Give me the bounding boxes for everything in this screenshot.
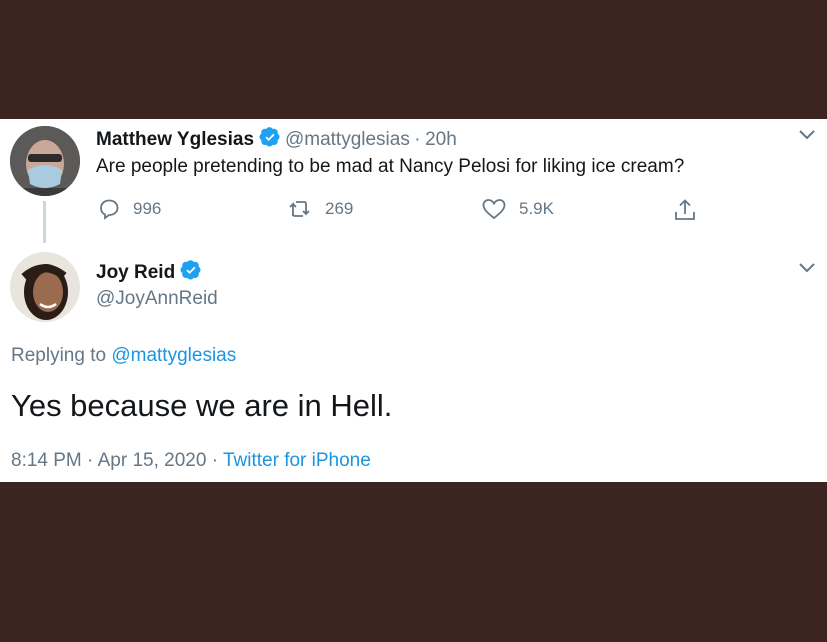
retweet-button[interactable]: 269	[287, 197, 353, 221]
tweet-source-link[interactable]: Twitter for iPhone	[223, 450, 371, 471]
like-button[interactable]: 5.9K	[481, 197, 554, 221]
share-icon	[675, 199, 695, 220]
reply-button[interactable]: 996	[97, 197, 161, 221]
avatar-joy-reid[interactable]	[10, 252, 80, 322]
avatar-matthew-yglesias[interactable]	[10, 126, 80, 196]
replying-to-line: Replying to @mattyglesias	[11, 345, 236, 367]
author-handle[interactable]: @mattyglesias	[285, 129, 410, 150]
tweet-time[interactable]: 8:14 PM	[11, 450, 82, 471]
reply-tweet-header: Joy Reid	[96, 259, 202, 286]
replying-to-label: Replying to	[11, 345, 107, 366]
retweet-count: 269	[325, 199, 354, 218]
verified-badge-icon	[180, 259, 202, 286]
tweet-time[interactable]: 20h	[425, 129, 457, 150]
parent-tweet-text: Are people pretending to be mad at Nancy…	[96, 156, 685, 177]
author-name[interactable]: Joy Reid	[96, 262, 175, 283]
avatar-photo	[10, 126, 80, 196]
separator-dot: ·	[87, 450, 94, 471]
thread-line	[43, 201, 46, 243]
tweet-card: Matthew Yglesias @mattyglesias · 20h Are…	[0, 119, 827, 482]
tweet-metadata: 8:14 PM · Apr 15, 2020 · Twitter for iPh…	[11, 450, 371, 472]
avatar-photo	[10, 252, 80, 322]
share-button[interactable]	[673, 197, 709, 223]
separator-dot: ·	[414, 129, 421, 150]
separator-dot: ·	[211, 450, 219, 471]
retweet-icon	[289, 201, 310, 217]
author-name[interactable]: Matthew Yglesias	[96, 129, 254, 150]
chevron-down-icon[interactable]	[797, 127, 817, 143]
reply-icon	[100, 199, 119, 220]
reply-count: 996	[133, 199, 162, 218]
parent-tweet-header: Matthew Yglesias @mattyglesias · 20h	[96, 126, 457, 153]
like-icon	[482, 199, 506, 220]
reply-tweet-text: Yes because we are in Hell.	[11, 388, 393, 423]
replying-to-link[interactable]: @mattyglesias	[111, 345, 236, 366]
like-count: 5.9K	[519, 199, 554, 218]
chevron-down-icon[interactable]	[797, 260, 817, 276]
author-handle[interactable]: @JoyAnnReid	[96, 288, 218, 310]
verified-badge-icon	[258, 126, 281, 153]
tweet-date[interactable]: Apr 15, 2020	[98, 450, 207, 471]
